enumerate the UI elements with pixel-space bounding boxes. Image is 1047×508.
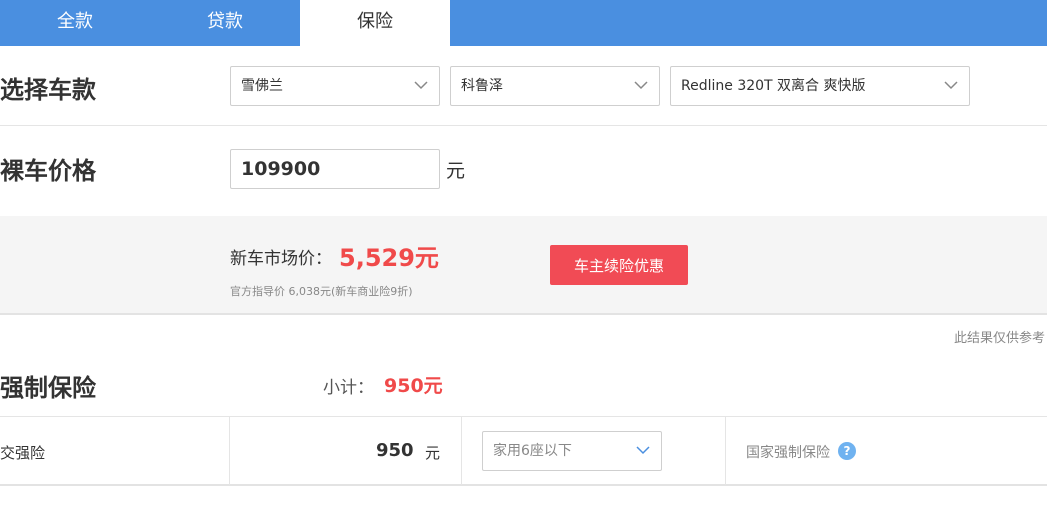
renewal-discount-button[interactable]: 车主续险优惠 bbox=[550, 245, 688, 285]
cell-divider bbox=[461, 417, 462, 485]
divider bbox=[0, 125, 1047, 126]
insurance-amount: 950 bbox=[376, 440, 414, 461]
car-price-input[interactable] bbox=[230, 149, 440, 189]
chevron-down-icon bbox=[413, 79, 429, 91]
tab-insurance[interactable]: 保险 bbox=[300, 0, 450, 46]
model-select[interactable]: Redline 320T 双离合 爽快版 bbox=[670, 66, 970, 106]
tab-full-payment[interactable]: 全款 bbox=[0, 0, 150, 46]
subtotal-value: 950元 bbox=[384, 375, 443, 397]
tab-bar: 全款 贷款 保险 bbox=[0, 0, 1047, 46]
cell-divider bbox=[229, 417, 230, 485]
question-icon[interactable]: ? bbox=[838, 442, 856, 460]
vehicle-type-value: 家用6座以下 bbox=[493, 443, 572, 459]
chevron-down-icon bbox=[943, 79, 959, 91]
disclaimer-note: 此结果仅供参考 bbox=[953, 331, 1045, 346]
car-price-label: 裸车价格 bbox=[0, 157, 96, 185]
model-select-value: Redline 320T 双离合 爽快版 bbox=[681, 78, 866, 94]
official-guide-price: 官方指导价 6,038元(新车商业险9折) bbox=[230, 285, 413, 298]
brand-select-value: 雪佛兰 bbox=[241, 78, 283, 94]
car-price-unit: 元 bbox=[446, 160, 466, 182]
market-price-panel: 新车市场价： 5,529元 官方指导价 6,038元(新车商业险9折) 车主续险… bbox=[0, 216, 1047, 315]
insurance-unit: 元 bbox=[425, 444, 441, 462]
chevron-down-icon bbox=[635, 444, 651, 456]
vehicle-type-select[interactable]: 家用6座以下 bbox=[482, 431, 662, 471]
market-price-value: 5,529元 bbox=[339, 244, 439, 272]
insurance-name: 交强险 bbox=[0, 444, 46, 462]
market-price-label: 新车市场价： bbox=[230, 249, 332, 269]
insurance-note: 国家强制保险 bbox=[746, 445, 830, 461]
tab-loan[interactable]: 贷款 bbox=[150, 0, 300, 46]
subtotal-label: 小计： bbox=[323, 378, 374, 398]
brand-select[interactable]: 雪佛兰 bbox=[230, 66, 440, 106]
cell-divider bbox=[725, 417, 726, 485]
compulsory-insurance-label: 强制保险 bbox=[0, 374, 96, 402]
series-select[interactable]: 科鲁泽 bbox=[450, 66, 660, 106]
series-select-value: 科鲁泽 bbox=[461, 78, 503, 94]
select-car-label: 选择车款 bbox=[0, 76, 96, 104]
table-row: 交强险 950 元 家用6座以下 国家强制保险 ? bbox=[0, 416, 1047, 486]
chevron-down-icon bbox=[633, 79, 649, 91]
